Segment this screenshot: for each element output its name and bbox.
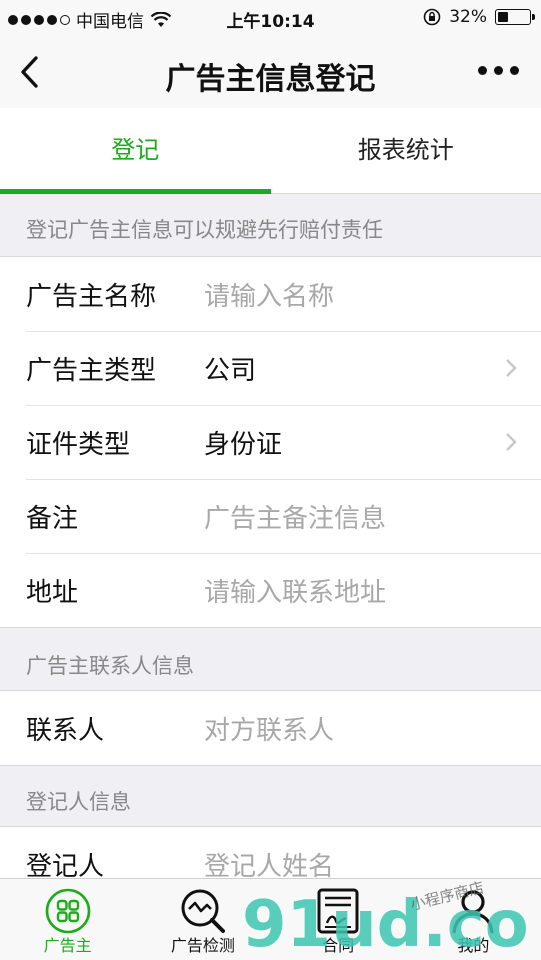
battery-icon bbox=[495, 9, 535, 25]
bottom-tab-bar: 广告主 广告检测 合同 我的 bbox=[0, 878, 541, 960]
registrant-input[interactable]: 登记人姓名 bbox=[204, 846, 334, 883]
advertiser-name-row[interactable]: 广告主名称 请输入名称 bbox=[0, 257, 541, 331]
tabbar-item-advertiser[interactable]: 广告主 bbox=[0, 879, 135, 960]
certificate-type-row[interactable]: 证件类型 身份证 bbox=[0, 405, 541, 479]
rotation-lock-icon bbox=[423, 8, 441, 26]
contact-row[interactable]: 联系人 对方联系人 bbox=[0, 691, 541, 765]
advertiser-name-label: 广告主名称 bbox=[26, 281, 157, 312]
advertiser-section-note: 登记广告主信息可以规避先行赔付责任 bbox=[26, 218, 383, 242]
advertiser-type-row[interactable]: 广告主类型 公司 bbox=[0, 331, 541, 405]
page-title: 广告主信息登记 bbox=[165, 62, 376, 97]
remark-row[interactable]: 备注 广告主备注信息 bbox=[0, 479, 541, 553]
tabbar-item-ad-check[interactable]: 广告检测 bbox=[135, 879, 270, 960]
tabbar-label: 广告检测 bbox=[170, 936, 235, 955]
chevron-right-icon bbox=[506, 359, 517, 377]
tab-report[interactable]: 报表统计 bbox=[271, 108, 541, 193]
advertiser-name-input[interactable]: 请输入名称 bbox=[204, 276, 334, 313]
search-wave-icon bbox=[181, 889, 225, 933]
grid-icon bbox=[45, 888, 90, 934]
tabbar-label: 广告主 bbox=[43, 936, 92, 955]
contact-label: 联系人 bbox=[26, 715, 105, 746]
advertiser-form: 广告主名称 请输入名称 广告主类型 公司 证件类型 身份证 备注 广告主备注信息… bbox=[0, 256, 541, 628]
advertiser-type-label: 广告主类型 bbox=[26, 355, 157, 386]
tab-register[interactable]: 登记 bbox=[0, 108, 271, 194]
remark-label: 备注 bbox=[26, 503, 79, 534]
tabbar-label: 我的 bbox=[457, 936, 490, 955]
certificate-type-label: 证件类型 bbox=[26, 429, 131, 460]
battery-percent: 32% bbox=[449, 7, 487, 27]
address-row[interactable]: 地址 请输入联系地址 bbox=[0, 553, 541, 627]
certificate-type-value[interactable]: 身份证 bbox=[204, 424, 282, 461]
tab-bar-top: 登记 报表统计 bbox=[0, 108, 541, 194]
remark-input[interactable]: 广告主备注信息 bbox=[204, 498, 386, 535]
more-icon[interactable] bbox=[478, 66, 519, 75]
status-bar: 中国电信 上午10:14 32% bbox=[0, 0, 541, 36]
contact-form: 联系人 对方联系人 bbox=[0, 690, 541, 766]
tabbar-item-mine[interactable]: 我的 bbox=[406, 879, 541, 960]
advertiser-type-value[interactable]: 公司 bbox=[204, 350, 256, 387]
tabbar-item-contract[interactable]: 合同 bbox=[271, 879, 406, 960]
nav-bar: 广告主信息登记 bbox=[0, 36, 541, 108]
contract-icon bbox=[317, 888, 359, 934]
contact-section-heading: 广告主联系人信息 bbox=[26, 654, 194, 678]
address-input[interactable]: 请输入联系地址 bbox=[204, 572, 386, 609]
address-label: 地址 bbox=[26, 577, 79, 608]
chevron-right-icon bbox=[506, 433, 517, 451]
contact-input[interactable]: 对方联系人 bbox=[204, 710, 334, 747]
user-icon bbox=[452, 890, 494, 934]
registrant-label: 登记人 bbox=[26, 851, 105, 882]
tabbar-label: 合同 bbox=[322, 936, 355, 955]
registrant-section-heading: 登记人信息 bbox=[26, 790, 131, 814]
